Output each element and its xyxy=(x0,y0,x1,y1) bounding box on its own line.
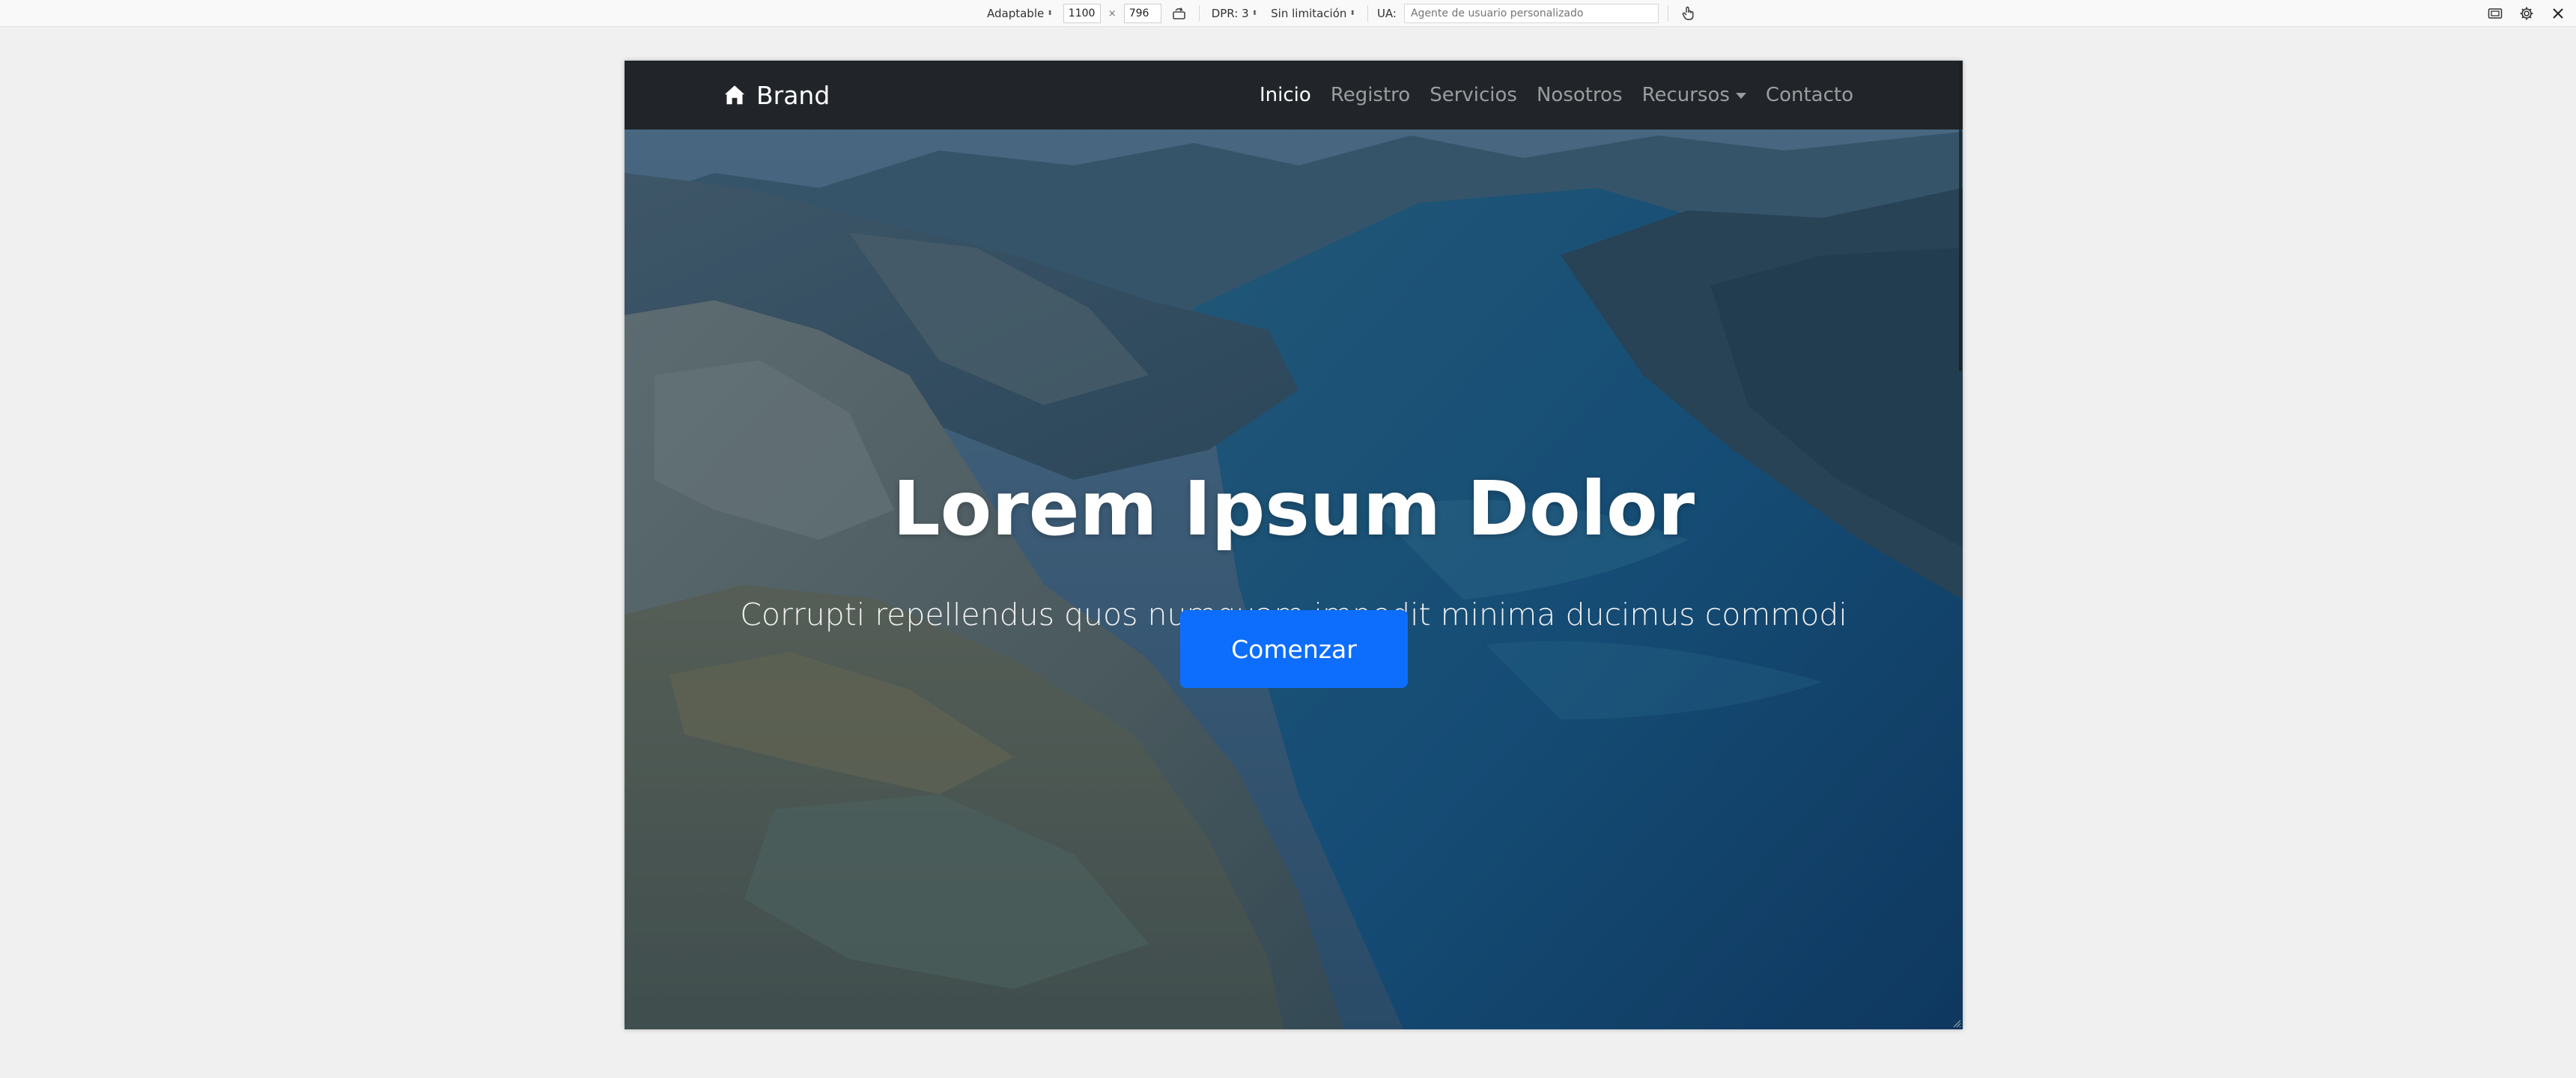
chevron-up-down-icon: ⬍ xyxy=(1251,9,1258,17)
user-agent-label: UA: xyxy=(1376,7,1397,20)
caret-down-icon xyxy=(1735,93,1746,99)
resize-handle-icon[interactable] xyxy=(1951,1017,1961,1028)
brand-name: Brand xyxy=(756,80,830,110)
nav-menu: Inicio Registro Servicios Nosotros Recur… xyxy=(1260,61,1853,130)
toolbar-controls: Adaptable ⬍ × DPR: 3 ⬍ Sin limitación ⬍ … xyxy=(984,3,1698,24)
device-viewport: Brand Inicio Registro Servicios Nosotros… xyxy=(625,61,1963,1029)
get-started-button[interactable]: Comenzar xyxy=(1180,610,1408,688)
dpr-selector-label: DPR: 3 xyxy=(1211,7,1249,20)
nav-link-inicio[interactable]: Inicio xyxy=(1260,84,1311,106)
toolbar-divider xyxy=(1198,5,1200,22)
scrollbar-thumb[interactable] xyxy=(1959,61,1962,371)
nav-link-label: Inicio xyxy=(1260,84,1311,106)
nav-dropdown-recursos[interactable]: Recursos xyxy=(1642,84,1746,106)
dimension-separator: × xyxy=(1108,7,1117,19)
home-icon xyxy=(724,85,745,105)
viewport-scrollbar[interactable] xyxy=(1958,61,1963,1029)
nav-link-label: Nosotros xyxy=(1536,84,1623,106)
settings-button[interactable] xyxy=(2516,4,2537,23)
touch-simulation-button[interactable] xyxy=(1677,4,1698,23)
toolbar-right-controls xyxy=(2485,3,2569,24)
chevron-up-down-icon: ⬍ xyxy=(1047,9,1053,17)
nav-link-label: Contacto xyxy=(1765,84,1853,106)
touch-icon xyxy=(1682,6,1694,20)
width-input[interactable] xyxy=(1063,4,1101,23)
nav-link-nosotros[interactable]: Nosotros xyxy=(1537,84,1623,106)
get-started-button-label: Comenzar xyxy=(1231,634,1357,664)
screenshot-button[interactable] xyxy=(2485,4,2506,23)
nav-link-label: Registro xyxy=(1330,84,1411,106)
nav-link-label: Servicios xyxy=(1430,84,1517,106)
responsive-toolbar: Adaptable ⬍ × DPR: 3 ⬍ Sin limitación ⬍ … xyxy=(0,0,2576,27)
device-selector[interactable]: Adaptable ⬍ xyxy=(984,4,1056,23)
close-button[interactable] xyxy=(2548,4,2569,23)
screenshot-icon xyxy=(2488,8,2503,19)
throttling-selector-label: Sin limitación xyxy=(1271,7,1347,20)
rotate-icon xyxy=(1172,7,1185,19)
nav-link-servicios[interactable]: Servicios xyxy=(1430,84,1517,106)
nav-link-registro[interactable]: Registro xyxy=(1331,84,1410,106)
close-icon xyxy=(2553,8,2563,19)
brand-link[interactable]: Brand xyxy=(723,61,830,130)
rotate-button[interactable] xyxy=(1169,4,1190,23)
toolbar-divider xyxy=(1367,5,1368,22)
chevron-up-down-icon: ⬍ xyxy=(1349,9,1355,17)
dpr-selector[interactable]: DPR: 3 ⬍ xyxy=(1209,4,1260,23)
user-agent-input[interactable] xyxy=(1403,4,1659,23)
site-navbar: Brand Inicio Registro Servicios Nosotros… xyxy=(625,61,1963,130)
hero-title: Lorem Ipsum Dolor xyxy=(892,465,1695,552)
nav-link-contacto[interactable]: Contacto xyxy=(1766,84,1853,106)
nav-link-label: Recursos xyxy=(1641,84,1730,106)
height-input[interactable] xyxy=(1123,4,1161,23)
hero-section: Lorem Ipsum Dolor Corrupti repellendus q… xyxy=(625,61,1963,1029)
device-selector-label: Adaptable xyxy=(987,7,1045,20)
throttling-selector[interactable]: Sin limitación ⬍ xyxy=(1268,4,1358,23)
gear-icon xyxy=(2520,7,2533,20)
